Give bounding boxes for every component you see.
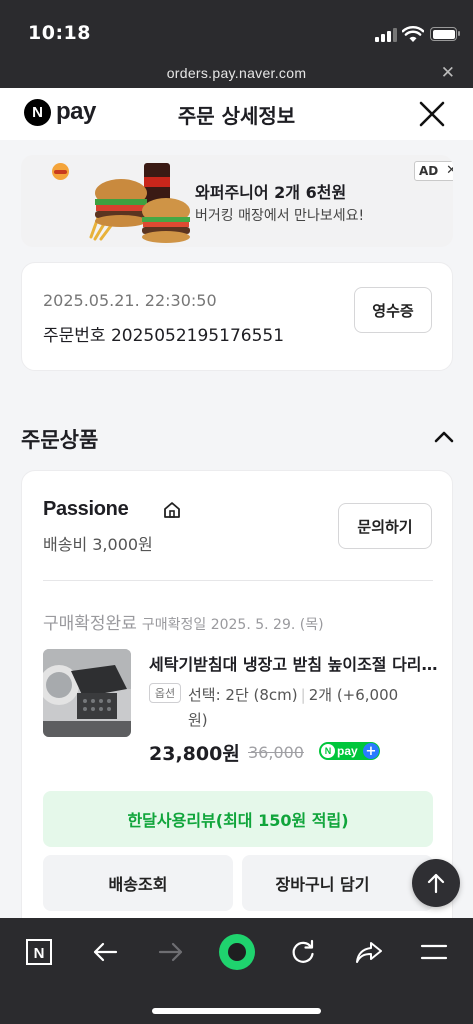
ad-subtitle: 버거킹 매장에서 만나보세요! (195, 208, 365, 224)
inquiry-button[interactable]: 문의하기 (338, 503, 432, 549)
close-icon[interactable] (418, 100, 446, 128)
order-datetime: 2025.05.21. 22:30:50 (43, 291, 217, 310)
product-price: 23,800원 (149, 743, 240, 765)
wifi-icon (402, 26, 424, 42)
url-text: orders.pay.naver.com (166, 65, 307, 81)
arrow-left-icon (93, 942, 118, 962)
home-indicator[interactable] (152, 1008, 321, 1014)
product-image (43, 649, 131, 737)
green-dot-button[interactable] (217, 932, 257, 972)
back-button[interactable] (85, 932, 125, 972)
share-icon (356, 942, 382, 963)
divider (43, 580, 433, 581)
status-bar: 10:18 (0, 0, 473, 62)
burger-image (89, 163, 190, 243)
page-header: N pay 주문 상세정보 (0, 88, 473, 140)
green-dot-icon (219, 934, 255, 970)
product-thumbnail[interactable] (43, 649, 131, 737)
scroll-top-button[interactable] (412, 859, 460, 907)
write-review-button[interactable]: 한달사용리뷰(최대 150원 적립) (43, 791, 433, 847)
arrow-right-icon (158, 942, 183, 962)
option-tag: 옵션 (149, 683, 181, 703)
page-title: 주문 상세정보 (177, 104, 296, 128)
track-delivery-button[interactable]: 배송조회 (43, 855, 233, 911)
hamburger-menu-icon (420, 944, 448, 960)
order-info-card: 2025.05.21. 22:30:50 주문번호 20250521951765… (21, 262, 453, 371)
npay-plus-badge: N pay + (319, 742, 380, 760)
shipping-fee: 배송비 3,000원 (43, 535, 153, 554)
naver-n-icon: N (26, 939, 52, 965)
refresh-button[interactable] (283, 932, 323, 972)
purchase-status-label: 구매확정완료 (43, 614, 137, 634)
status-time: 10:18 (28, 22, 91, 44)
battery-icon (430, 27, 460, 41)
forward-button[interactable] (151, 932, 191, 972)
chevron-up-icon[interactable] (434, 430, 454, 444)
product-option: 선택: 2단 (8cm) | 2개 (+6,000 (188, 686, 399, 704)
original-price: 36,000 (248, 743, 304, 762)
arrow-up-icon (427, 873, 445, 894)
ad-banner[interactable]: 와퍼주니어 2개 6천원 버거킹 매장에서 만나보세요! AD ✕ (21, 155, 453, 247)
home-icon[interactable] (163, 501, 181, 519)
menu-button[interactable] (414, 932, 454, 972)
confirm-date: 구매확정일 2025. 5. 29. (목) (141, 617, 324, 633)
npay-n-icon: N (321, 744, 335, 758)
naver-n-letter: N (34, 945, 45, 962)
ad-close-icon[interactable]: ✕ (442, 163, 453, 178)
browser-address-bar[interactable]: orders.pay.naver.com ✕ (0, 62, 473, 88)
option-value: 선택: 2단 (8cm) (188, 686, 298, 704)
order-number: 주문번호 2025052195176551 (43, 326, 285, 346)
naver-home-button[interactable]: N (19, 932, 59, 972)
add-to-cart-button[interactable]: 장바구니 담기 (242, 855, 433, 911)
refresh-icon (292, 939, 314, 963)
cellular-signal-icon (375, 28, 397, 42)
purchase-status: 구매확정완료 구매확정일 2025. 5. 29. (목) (43, 609, 324, 634)
option-quantity: 2개 (+6,000 (308, 686, 399, 704)
product-name[interactable]: 세탁기받침대 냉장고 받침 높이조절 다리 받침대 (149, 651, 439, 675)
plus-icon: + (363, 743, 379, 759)
close-icon[interactable]: ✕ (441, 63, 455, 83)
section-title: 주문상품 (21, 428, 99, 452)
ad-badge[interactable]: AD ✕ (414, 161, 453, 181)
option-quantity-cont: 원) (188, 711, 208, 729)
share-button[interactable] (349, 932, 389, 972)
receipt-button[interactable]: 영수증 (354, 287, 432, 333)
npay-plus-label: pay (337, 744, 358, 758)
ad-title: 와퍼주니어 2개 6천원 (195, 183, 347, 202)
ad-label: AD (419, 164, 439, 178)
order-product-card: Passione 배송비 3,000원 문의하기 구매확정완료 구매확정일 202… (21, 470, 453, 940)
burger-king-logo (52, 163, 69, 180)
seller-name[interactable]: Passione (43, 498, 129, 521)
